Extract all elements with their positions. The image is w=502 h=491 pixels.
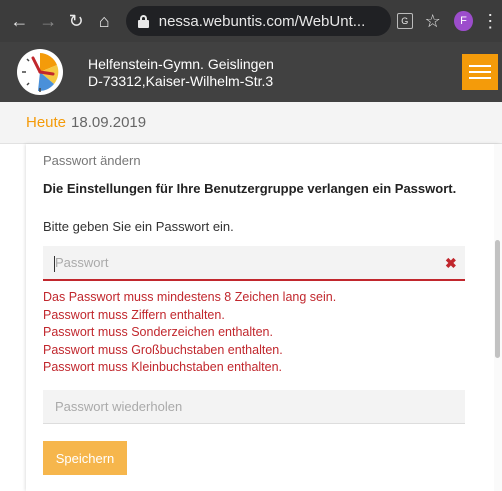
profile-avatar[interactable]: F — [454, 11, 473, 31]
current-date: 18.09.2019 — [71, 114, 147, 131]
error-message: Passwort muss Kleinbuchstaben enthalten. — [43, 360, 283, 374]
school-header: Helfenstein-Gymn. Geislingen D-73312,Kai… — [0, 42, 502, 102]
back-icon[interactable]: ← — [4, 11, 35, 32]
star-icon[interactable]: ☆ — [421, 11, 444, 32]
error-message: Passwort muss Sonderzeichen enthalten. — [43, 325, 273, 339]
error-message: Passwort muss Großbuchstaben enthalten. — [43, 342, 283, 357]
password-prompt: Bitte geben Sie ein Passwort ein. — [43, 219, 234, 234]
scrollbar[interactable] — [494, 144, 502, 491]
section-title: Passwort ändern — [43, 153, 141, 168]
school-name: Helfenstein-Gymn. Geislingen — [88, 56, 274, 72]
save-button[interactable]: Speichern — [43, 441, 127, 475]
translate-icon[interactable]: G — [396, 13, 413, 29]
today-link[interactable]: Heute — [26, 114, 66, 131]
error-clear-icon[interactable]: ✖ — [445, 255, 457, 272]
text-caret — [54, 256, 55, 272]
menu-icon-bar — [469, 77, 491, 79]
error-message: Das Passwort muss mindestens 8 Zeichen l… — [43, 290, 337, 304]
more-icon[interactable]: ⋮ — [479, 11, 502, 32]
address-bar[interactable]: nessa.webuntis.com/WebUnt... — [125, 6, 391, 36]
scroll-thumb[interactable] — [495, 240, 500, 358]
password-change-panel: Passwort ändern Die Einstellungen für Ih… — [26, 144, 500, 491]
password-input[interactable] — [43, 246, 465, 279]
browser-toolbar: ← → ↻ ⌂ nessa.webuntis.com/WebUnt... G ☆… — [0, 0, 502, 42]
reload-icon[interactable]: ↻ — [62, 11, 91, 32]
home-icon[interactable]: ⌂ — [91, 11, 118, 32]
validation-errors: Das Passwort muss mindestens 8 Zeichen l… — [43, 289, 336, 377]
forward-icon[interactable]: → — [35, 11, 62, 32]
password-repeat-field[interactable] — [43, 390, 465, 424]
password-requirement-notice: Die Einstellungen für Ihre Benutzergrupp… — [43, 181, 457, 196]
webuntis-logo — [17, 49, 63, 95]
error-message: Passwort muss Ziffern enthalten. — [43, 307, 225, 322]
url-text: nessa.webuntis.com/WebUnt... — [158, 12, 366, 30]
hamburger-menu-button[interactable] — [462, 54, 498, 90]
password-repeat-input[interactable] — [43, 390, 465, 423]
date-bar: Heute 18.09.2019 — [0, 102, 502, 144]
menu-icon-bar — [469, 71, 491, 73]
school-info: Helfenstein-Gymn. Geislingen D-73312,Kai… — [88, 56, 274, 90]
lock-icon — [137, 14, 149, 28]
menu-icon-bar — [469, 65, 491, 67]
school-address: D-73312,Kaiser-Wilhelm-Str.3 — [88, 73, 274, 89]
password-field[interactable]: ✖ — [43, 246, 465, 281]
